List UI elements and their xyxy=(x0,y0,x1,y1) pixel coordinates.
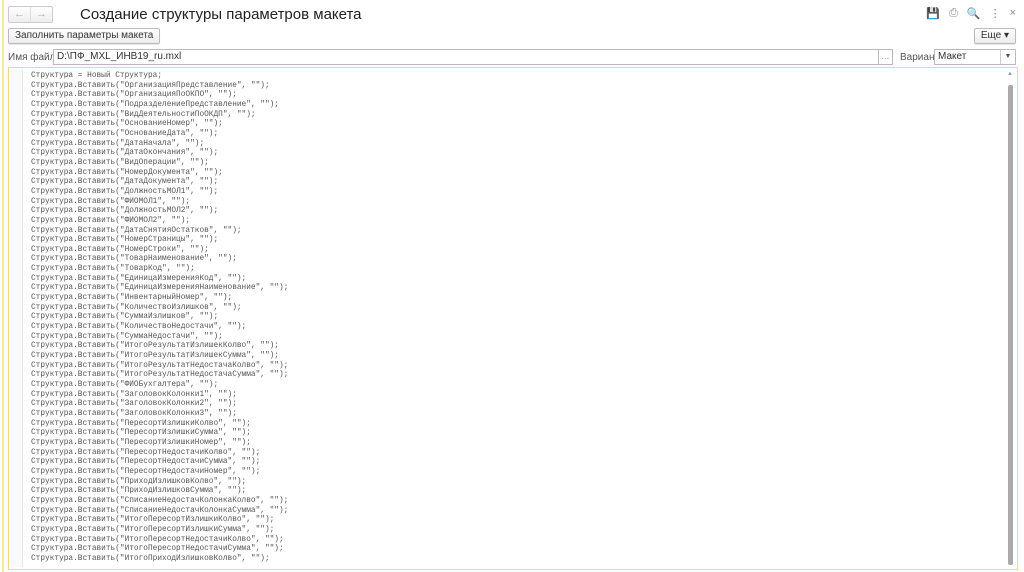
code-line: Структура.Вставить("ПересортНедостачиНом… xyxy=(31,467,261,476)
variant-select[interactable]: Макет ▼ xyxy=(934,49,1016,65)
back-button[interactable]: ← xyxy=(9,7,31,22)
code-line: Структура.Вставить("ДолжностьМОЛ1", ""); xyxy=(31,187,219,196)
browse-button[interactable]: ... xyxy=(878,49,893,65)
code-line: Структура.Вставить("ДатаНачала", ""); xyxy=(31,139,205,148)
code-line: Структура.Вставить("ПриходИзлишковКолво"… xyxy=(31,477,247,486)
scrollbar-thumb[interactable] xyxy=(1008,85,1013,565)
file-name-input[interactable]: D:\ПФ_MXL_ИНВ19_ru.mxl xyxy=(53,49,879,65)
window-accent-border xyxy=(2,0,4,572)
code-line: Структура.Вставить("ПодразделениеПредста… xyxy=(31,100,279,109)
code-line: Структура.Вставить("ИтогоПересортИзлишки… xyxy=(31,525,275,534)
code-line: Структура.Вставить("ДатаСнятияОстатков",… xyxy=(31,226,242,235)
forward-button[interactable]: → xyxy=(31,7,52,22)
print-icon[interactable]: ⎙ xyxy=(949,7,958,20)
editor-gutter xyxy=(11,70,23,567)
code-line: Структура.Вставить("ОснованиеНомер", "")… xyxy=(31,120,223,129)
window-actions: 💾 ⎙ 🔍 ⋮ × xyxy=(926,7,1016,20)
code-line: Структура.Вставить("ОснованиеДата", ""); xyxy=(31,129,219,138)
code-line: Структура.Вставить("ПересортНедостачиСум… xyxy=(31,458,261,467)
code-line: Структура.Вставить("ОрганизацияПредставл… xyxy=(31,81,270,90)
code-line: Структура.Вставить("ФИОМОЛ1", ""); xyxy=(31,197,191,206)
close-icon[interactable]: × xyxy=(1010,7,1016,20)
code-line: Структура.Вставить("ИтогоПересортНедоста… xyxy=(31,535,284,544)
code-line: Структура.Вставить("ИтогоРезультатИзлише… xyxy=(31,342,279,351)
code-line: Структура.Вставить("СписаниеНедостачКоло… xyxy=(31,506,289,515)
code-line: Структура.Вставить("НомерДокумента", "")… xyxy=(31,168,223,177)
code-line: Структура.Вставить("ИтогоРезультатИзлише… xyxy=(31,352,279,361)
code-line: Структура.Вставить("ПриходИзлишковСумма"… xyxy=(31,487,247,496)
more-icon[interactable]: ⋮ xyxy=(990,7,1001,20)
fill-parameters-button[interactable]: Заполнить параметры макета xyxy=(8,28,161,44)
code-line: Структура.Вставить("СуммаИзлишков", ""); xyxy=(31,313,219,322)
navigation-buttons: ← → xyxy=(8,6,53,23)
code-line: Структура.Вставить("ИтогоРезультатНедост… xyxy=(31,371,289,380)
code-line: Структура.Вставить("КоличествоИзлишков",… xyxy=(31,303,242,312)
code-line: Структура.Вставить("ОрганизацияПоОКПО", … xyxy=(31,91,237,100)
variant-value: Макет xyxy=(938,51,967,62)
code-line: Структура.Вставить("ЕдиницаИзмеренияНаим… xyxy=(31,284,289,293)
code-line: Структура.Вставить("ИнвентарныйНомер", "… xyxy=(31,294,233,303)
code-line: Структура.Вставить("ЗаголовокКолонки1", … xyxy=(31,390,237,399)
code-line: Структура.Вставить("ФИОБухгалтера", ""); xyxy=(31,381,219,389)
code-line: Структура.Вставить("ПересортИзлишкиНомер… xyxy=(31,438,251,447)
scroll-up-icon[interactable]: ▲ xyxy=(1007,71,1013,77)
code-line: Структура.Вставить("ИтогоПересортНедоста… xyxy=(31,545,284,554)
code-line: Структура.Вставить("НомерСтраницы", ""); xyxy=(31,236,219,245)
code-line: Структура.Вставить("ЗаголовокКолонки2", … xyxy=(31,400,237,409)
preview-icon[interactable]: 🔍 xyxy=(967,7,981,20)
code-line: Структура.Вставить("СуммаНедостачи", "")… xyxy=(31,332,223,341)
code-line: Структура.Вставить("ИтогоПриходИзлишковК… xyxy=(31,554,270,563)
vertical-scrollbar[interactable]: ▲ xyxy=(1006,70,1015,567)
code-line: Структура.Вставить("ФИОМОЛ2", ""); xyxy=(31,216,191,225)
code-line: Структура = Новый Структура; xyxy=(31,72,163,80)
code-line: Структура.Вставить("ПересортНедостачиКол… xyxy=(31,448,261,457)
more-button[interactable]: Еще ▾ xyxy=(973,28,1016,44)
code-line: Структура.Вставить("ДолжностьМОЛ2", ""); xyxy=(31,207,219,216)
code-line: Структура.Вставить("ЕдиницаИзмеренияКод"… xyxy=(31,274,247,283)
code-line: Структура.Вставить("ПересортИзлишкиСумма… xyxy=(31,429,251,438)
code-text[interactable]: Структура = Новый Структура; Структура.Вс… xyxy=(31,72,288,564)
code-line: Структура.Вставить("ИтогоПересортИзлишки… xyxy=(31,516,275,525)
chevron-down-icon[interactable]: ▼ xyxy=(1000,50,1015,64)
code-line: Структура.Вставить("ИтогоРезультатНедост… xyxy=(31,361,289,370)
code-line: Структура.Вставить("НомерСтроки", ""); xyxy=(31,245,209,254)
code-line: Структура.Вставить("ДатаДокумента", ""); xyxy=(31,178,219,187)
code-line: Структура.Вставить("КоличествоНедостачи"… xyxy=(31,323,247,332)
code-line: Структура.Вставить("ВидДеятельностиПоОКД… xyxy=(31,110,256,119)
code-editor[interactable]: Структура = Новый Структура; Структура.Вс… xyxy=(8,67,1018,570)
code-line: Структура.Вставить("ВидОперации", ""); xyxy=(31,158,209,167)
code-line: Структура.Вставить("ДатаОкончания", ""); xyxy=(31,149,219,158)
code-line: Структура.Вставить("СписаниеНедостачКоло… xyxy=(31,496,289,505)
code-line: Структура.Вставить("ТоварКод", ""); xyxy=(31,265,195,274)
code-line: Структура.Вставить("ТоварНаименование", … xyxy=(31,255,237,264)
page-title: Создание структуры параметров макета xyxy=(80,6,362,23)
save-icon[interactable]: 💾 xyxy=(926,7,940,20)
code-line: Структура.Вставить("ЗаголовокКолонки3", … xyxy=(31,409,237,418)
code-line: Структура.Вставить("ПересортИзлишкиКолво… xyxy=(31,419,251,428)
